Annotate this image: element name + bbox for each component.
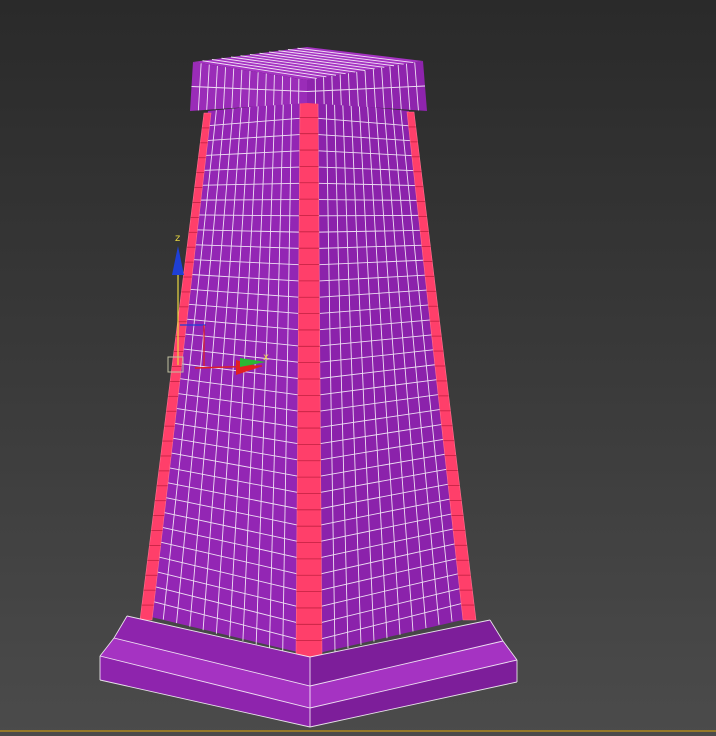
gizmo-z-arrow[interactable] xyxy=(172,246,184,275)
wire-edge xyxy=(197,199,300,201)
3d-viewport[interactable]: z x xyxy=(0,0,716,736)
gizmo-z-label: z xyxy=(175,233,180,244)
gizmo-x-label: x xyxy=(263,352,269,363)
scene-canvas[interactable]: z x xyxy=(0,0,716,736)
